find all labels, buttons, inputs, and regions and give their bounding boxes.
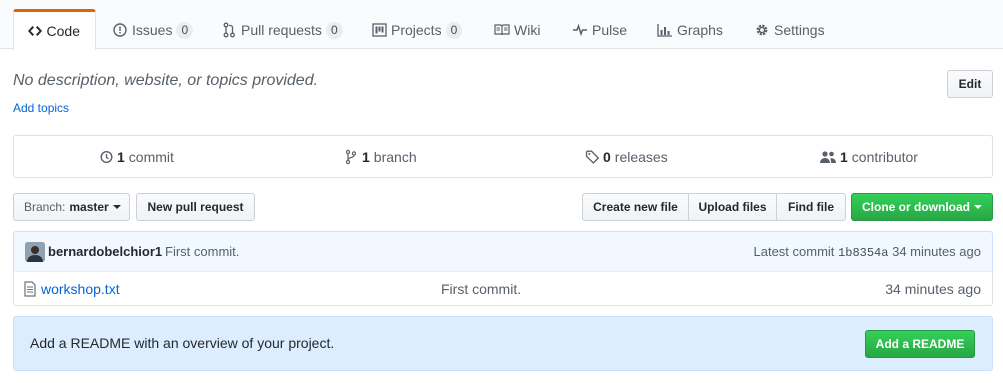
latest-commit-prefix: Latest commit [753, 244, 835, 259]
tab-label: Settings [774, 22, 825, 38]
file-age: 34 minutes ago [885, 281, 981, 297]
branches-summary[interactable]: 1 branch [343, 136, 417, 177]
gear-icon [754, 22, 770, 38]
tab-pull-requests[interactable]: Pull requests 0 [221, 10, 343, 50]
pull-request-icon [221, 22, 237, 38]
clone-label: Clone or download [862, 200, 970, 214]
contributors-label: contributor [851, 148, 918, 165]
people-icon [819, 149, 837, 165]
issue-icon [112, 22, 128, 38]
repo-summary: 1 commit 1 branch 0 releases 1 contribut… [13, 135, 993, 178]
projects-counter: 0 [445, 21, 463, 39]
edit-description-button[interactable]: Edit [947, 70, 993, 98]
tab-graphs[interactable]: Graphs [657, 10, 723, 50]
tab-pulse[interactable]: Pulse [572, 10, 627, 50]
contributors-summary[interactable]: 1 contributor [819, 136, 918, 177]
tab-label: Issues [132, 22, 173, 38]
code-icon [28, 23, 43, 39]
contributors-count: 1 [840, 148, 848, 165]
create-new-file-button[interactable]: Create new file [582, 193, 689, 221]
pull-requests-counter: 0 [325, 21, 343, 39]
tab-projects[interactable]: Projects 0 [371, 10, 463, 50]
issues-counter: 0 [176, 21, 194, 39]
branches-label: branch [373, 148, 417, 165]
readme-prompt: Add a README with an overview of your pr… [13, 316, 993, 371]
tab-label: Wiki [514, 22, 541, 38]
commit-age: 34 minutes ago [892, 244, 981, 259]
releases-label: releases [614, 148, 668, 165]
tab-label: Pulse [592, 22, 628, 38]
tab-settings[interactable]: Settings [754, 10, 825, 50]
tab-label: Code [46, 23, 80, 39]
tag-icon [584, 149, 600, 165]
releases-summary[interactable]: 0 releases [584, 136, 668, 177]
chevron-down-icon [974, 205, 982, 209]
repo-nav: Code Issues 0 Pull requests 0 Projects 0… [0, 0, 1003, 50]
graph-icon [657, 22, 673, 38]
avatar[interactable] [25, 242, 45, 262]
chevron-down-icon [112, 205, 121, 209]
tab-label: Graphs [677, 22, 723, 38]
add-topics-link[interactable]: Add topics [13, 101, 69, 115]
tab-label: Pull requests [241, 22, 322, 38]
releases-count: 0 [603, 148, 611, 165]
file-commit-message[interactable]: First commit. [441, 281, 521, 297]
commits-label: commit [128, 148, 174, 165]
branch-name: master [69, 200, 109, 214]
add-readme-button[interactable]: Add a README [865, 330, 975, 358]
book-icon [494, 22, 510, 38]
commits-summary[interactable]: 1 commit [98, 136, 174, 177]
file-text-icon [24, 281, 38, 297]
commits-count: 1 [117, 148, 125, 165]
repo-description: No description, website, or topics provi… [13, 72, 319, 89]
upload-files-button[interactable]: Upload files [688, 193, 777, 221]
branches-count: 1 [362, 148, 370, 165]
branch-select-button[interactable]: Branch: master [13, 193, 130, 221]
readme-prompt-text: Add a README with an overview of your pr… [30, 335, 335, 351]
pulse-icon [572, 22, 588, 38]
tab-issues[interactable]: Issues 0 [112, 10, 194, 50]
branch-icon [343, 149, 359, 165]
find-file-button[interactable]: Find file [776, 193, 846, 221]
new-pull-request-button[interactable]: New pull request [136, 193, 255, 221]
tab-wiki[interactable]: Wiki [494, 10, 540, 50]
file-actions: Create new file Upload files Find file [582, 193, 846, 221]
latest-commit-bar: bernardobelchior1 First commit. Latest c… [13, 231, 993, 272]
file-list: workshop.txt First commit. 34 minutes ag… [13, 271, 993, 306]
project-icon [371, 22, 387, 38]
commit-sha[interactable]: 1b8354a [838, 246, 888, 260]
clone-or-download-button[interactable]: Clone or download [851, 193, 993, 221]
branch-prefix: Branch: [24, 200, 66, 214]
tab-code[interactable]: Code [13, 9, 96, 50]
commit-message[interactable]: First commit. [165, 244, 239, 259]
history-icon [98, 149, 114, 165]
commit-author[interactable]: bernardobelchior1 [48, 244, 162, 259]
file-name-link[interactable]: workshop.txt [41, 281, 120, 297]
latest-commit-info: Latest commit 1b8354a 34 minutes ago [754, 244, 982, 260]
tab-label: Projects [391, 22, 442, 38]
